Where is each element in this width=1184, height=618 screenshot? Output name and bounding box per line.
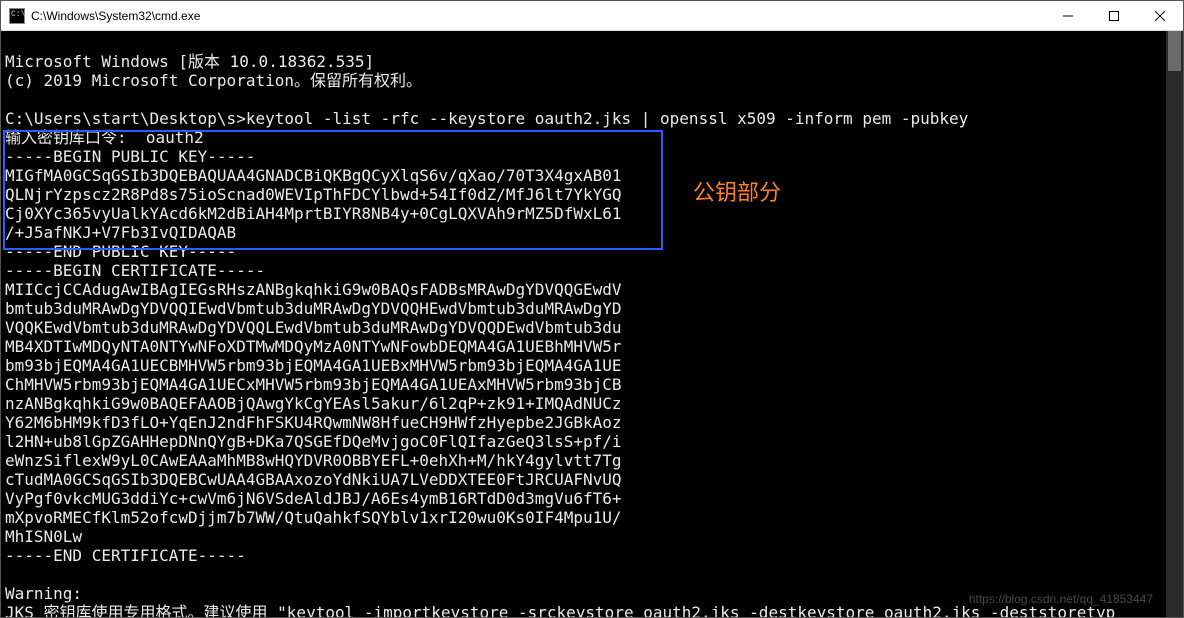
cert-line: l2HN+ub8lGpZGAHHepDNnQYgB+DKa7QSGEfDQeMv… — [5, 432, 622, 451]
cert-line: bmtub3duMRAwDgYDVQQIEwdVbmtub3duMRAwDgYD… — [5, 299, 622, 318]
text-line: 输入密钥库口令: oauth2 — [5, 128, 204, 147]
scrollbar-thumb[interactable] — [1168, 31, 1181, 71]
text-line: Microsoft Windows [版本 10.0.18362.535] — [5, 52, 374, 71]
maximize-button[interactable] — [1091, 1, 1137, 30]
pubkey-end: -----END PUBLIC KEY----- — [5, 242, 236, 261]
public-key-annotation: 公钥部分 — [693, 183, 781, 202]
cert-end: -----END CERTIFICATE----- — [5, 546, 246, 565]
pubkey-line: QLNjrYzpscz2R8Pd8s75ioScnad0WEVIpThFDCYl… — [5, 185, 622, 204]
text-line: (c) 2019 Microsoft Corporation。保留所有权利。 — [5, 71, 422, 90]
cert-line: MhISN0Lw — [5, 527, 82, 546]
cert-line: VyPgf0vkcMUG3ddiYc+cwVm6jN6VSdeAldJBJ/A6… — [5, 489, 622, 508]
cert-line: Y62M6bHM9kfD3fLO+YqEnJ2ndFhFSKU4RQwmNW8H… — [5, 413, 622, 432]
cert-line: cTudMA0GCSqGSIb3DQEBCwUAA4GBAAxozoYdNkiU… — [5, 470, 622, 489]
cert-line: mXpvoRMECfKlm52ofcwDjjm7b7WW/QtuQahkfSQY… — [5, 508, 622, 527]
pubkey-begin: -----BEGIN PUBLIC KEY----- — [5, 147, 255, 166]
prompt-line: C:\Users\start\Desktop\s>keytool -list -… — [5, 109, 968, 128]
window-title: C:\Windows\System32\cmd.exe — [31, 9, 1045, 23]
pubkey-line: Cj0XYc365vyUalkYAcd6kM2dBiAH4MprtBIYR8NB… — [5, 204, 622, 223]
warning-label: Warning: — [5, 584, 82, 603]
close-button[interactable] — [1137, 1, 1183, 30]
watermark-text: https://blog.csdn.net/qq_41853447 — [969, 590, 1153, 609]
cert-line: MB4XDTIwMDQyNTA0NTYwNFoXDTMwMDQyMzA0NTYw… — [5, 337, 622, 356]
pubkey-line: /+J5afNKJ+V7Fb3IvQIDAQAB — [5, 223, 236, 242]
cert-line: eWnzSiflexW9yL0CAwEAAaMhMB8wHQYDVR0OBBYE… — [5, 451, 622, 470]
window-controls — [1045, 1, 1183, 30]
cmd-window: C:\Windows\System32\cmd.exe Microsoft Wi… — [0, 0, 1184, 618]
terminal-output[interactable]: Microsoft Windows [版本 10.0.18362.535] (c… — [1, 31, 1183, 617]
cert-begin: -----BEGIN CERTIFICATE----- — [5, 261, 265, 280]
cert-line: MIICcjCCAdugAwIBAgIEGsRHszANBgkqhkiG9w0B… — [5, 280, 622, 299]
cert-line: VQQKEwdVbmtub3duMRAwDgYDVQQLEwdVbmtub3du… — [5, 318, 622, 337]
minimize-button[interactable] — [1045, 1, 1091, 30]
cert-line: nzANBgkqhkiG9w0BAQEFAAOBjQAwgYkCgYEAsl5a… — [5, 394, 622, 413]
cert-line: ChMHVW5rbm93bjEQMA4GA1UECxMHVW5rbm93bjEQ… — [5, 375, 622, 394]
warning-line: JKS 密钥库使用专用格式。建议使用 "keytool -importkeyst… — [5, 603, 1115, 617]
cmd-icon — [9, 8, 25, 24]
pubkey-line: MIGfMA0GCSqGSIb3DQEBAQUAA4GNADCBiQKBgQCy… — [5, 166, 622, 185]
vertical-scrollbar[interactable] — [1166, 31, 1183, 617]
window-titlebar[interactable]: C:\Windows\System32\cmd.exe — [1, 1, 1183, 31]
cert-line: bm93bjEQMA4GA1UECBMHVW5rbm93bjEQMA4GA1UE… — [5, 356, 622, 375]
